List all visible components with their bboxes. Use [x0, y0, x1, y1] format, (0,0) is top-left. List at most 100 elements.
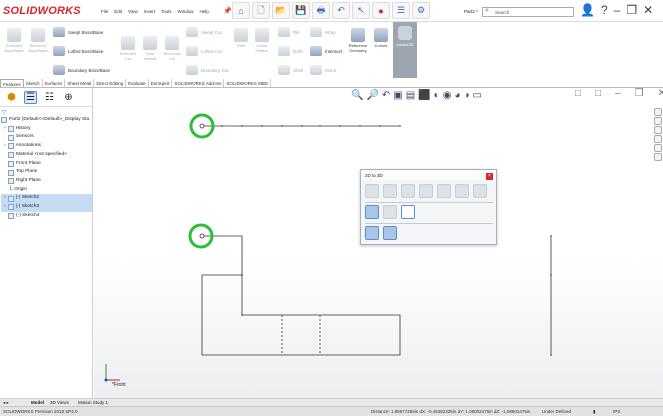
menu-window[interactable]: Window [178, 9, 194, 14]
zoom-to-fit-icon[interactable]: 🔍 [351, 90, 363, 101]
tab-sheet-metal[interactable]: Sheet Metal [65, 79, 95, 87]
undo-icon[interactable]: ↶ [332, 2, 350, 19]
right-view-icon[interactable] [401, 184, 415, 198]
tree-item-history[interactable]: › History [1, 125, 92, 134]
home-icon[interactable]: ⌂ [232, 2, 250, 19]
tab-sketch[interactable]: Sketch [24, 79, 43, 87]
reference-geometry-button[interactable]: Reference Geometry [346, 28, 370, 53]
options-gear-icon[interactable]: ⚙ [412, 2, 430, 19]
menu-tools[interactable]: Tools [161, 9, 172, 14]
tree-item-material[interactable]: Material <not specified> [1, 151, 92, 160]
front-view-icon[interactable] [365, 184, 379, 198]
tab-evaluate[interactable]: Evaluate [126, 79, 149, 87]
tab-surfaces[interactable]: Surfaces [43, 79, 66, 87]
tree-item-sketch4[interactable]: (-) Sketch4 [1, 212, 92, 221]
edit-appearance-icon[interactable]: ◕ [454, 90, 460, 101]
design-library-icon[interactable] [654, 117, 662, 125]
tab-3d-views[interactable]: 3D Views [50, 400, 69, 405]
dynamic-annotation-icon[interactable]: ▤ [406, 90, 415, 101]
tab-motion-study[interactable]: Motion Study 1 [78, 400, 108, 405]
resources-icon[interactable] [654, 108, 662, 116]
draft-button[interactable]: Draft [278, 46, 303, 56]
tree-item-sensors[interactable]: Sensors [1, 133, 92, 142]
save-icon[interactable]: 💾 [292, 2, 310, 19]
close-icon[interactable]: ✕ [643, 3, 653, 17]
rib-button[interactable]: Rib [278, 27, 300, 37]
viewport-close-icon[interactable]: ✕ [658, 88, 663, 99]
left-view-icon[interactable] [419, 184, 433, 198]
intersect-button[interactable]: Intersect [310, 46, 342, 56]
linear-pattern-button[interactable]: Linear Pattern [252, 28, 272, 53]
filter-icon[interactable]: ▽ [0, 107, 92, 116]
dimxpert-manager-tab-icon[interactable]: ⊕ [62, 91, 75, 104]
viewport-minimize-icon[interactable]: – [615, 88, 621, 99]
status-rebuild-icon[interactable]: ▮ [593, 409, 595, 415]
tree-item-annotations[interactable]: › Annotations [1, 142, 92, 151]
scene-icon[interactable]: ◑ [463, 90, 469, 101]
tree-item-right-plane[interactable]: Right Plane [1, 177, 92, 186]
menu-file[interactable]: File [101, 9, 108, 14]
restore-icon[interactable]: ❐ [626, 3, 637, 17]
swept-cut-button[interactable]: Swept Cut [186, 27, 222, 37]
appearances-icon[interactable] [654, 144, 662, 152]
lofted-cut-button[interactable]: Lofted Cut [186, 46, 222, 56]
pin-icon[interactable]: 📌 [223, 7, 232, 15]
menu-insert[interactable]: Insert [144, 9, 155, 14]
instant3d-button[interactable]: Instant3D [393, 22, 417, 78]
user-icon[interactable]: 👤 [580, 3, 595, 17]
section-view-icon[interactable]: ▣ [393, 90, 402, 101]
cut-from-sketch-icon[interactable] [383, 226, 397, 240]
view-orientation-icon[interactable]: ⬛ [418, 90, 430, 101]
zoom-to-area-icon[interactable]: 🔎 [366, 90, 378, 101]
hide-show-icon[interactable]: ◉ [443, 90, 452, 101]
curves-button[interactable]: Curves [372, 28, 390, 48]
bottom-view-icon[interactable] [437, 184, 451, 198]
mirror-button[interactable]: Mirror [310, 65, 337, 75]
tree-item-top-plane[interactable]: Top Plane [1, 168, 92, 177]
new-sketch-from-selection-icon[interactable] [365, 205, 379, 219]
minimize-icon[interactable]: – [614, 3, 621, 17]
tab-dimxpert[interactable]: DimXpert [149, 79, 173, 87]
viewport-restore-icon[interactable]: □ [575, 88, 581, 99]
new-document-icon[interactable]: 🗋 [252, 2, 270, 19]
extruded-boss-button[interactable]: Extruded Boss/Base [3, 28, 25, 53]
file-properties-icon[interactable]: ☰ [392, 2, 410, 19]
tree-item-front-plane[interactable]: Front Plane [1, 160, 92, 169]
wrap-button[interactable]: Wrap [310, 27, 336, 37]
auxiliary-view-icon[interactable] [473, 184, 487, 198]
menu-edit[interactable]: Edit [114, 9, 122, 14]
tab-features[interactable]: Features [0, 79, 24, 87]
tab-direct-editing[interactable]: Direct Editing [94, 79, 127, 87]
align-sketch-icon[interactable] [401, 205, 415, 219]
custom-properties-icon[interactable] [654, 153, 662, 161]
print-icon[interactable]: 🖶 [312, 2, 330, 19]
viewport-maximize-icon[interactable]: ❐ [635, 88, 644, 99]
boundary-cut-button[interactable]: Boundary Cut [186, 65, 229, 75]
dialog-close-button[interactable]: × [486, 173, 493, 180]
view-palette-icon[interactable] [654, 135, 662, 143]
extrude-from-sketch-icon[interactable] [365, 226, 379, 240]
display-style-icon[interactable]: ◐ [434, 90, 440, 101]
feature-manager-tab-icon[interactable]: ⬢ [5, 91, 18, 104]
property-manager-tab-icon[interactable]: ☰ [24, 90, 37, 104]
back-view-icon[interactable] [455, 184, 469, 198]
tree-item-sketch2[interactable]: › (-) Sketch2 [1, 194, 92, 204]
revolved-cut-button[interactable]: Revolved Cut [162, 36, 182, 61]
lofted-boss-button[interactable]: Lofted Boss/Base [53, 46, 103, 56]
swept-boss-button[interactable]: Swept Boss/Base [53, 27, 103, 37]
open-icon[interactable]: 📂 [272, 2, 290, 19]
tree-root[interactable]: Part2 (Default<<Default>_Display Sta [1, 116, 92, 125]
select-icon[interactable]: ↖ [352, 2, 370, 19]
boundary-boss-button[interactable]: Boundary Boss/Base [53, 65, 110, 75]
shell-button[interactable]: Shell [278, 65, 303, 75]
menu-help[interactable]: Help [200, 9, 209, 14]
repair-sketch-icon[interactable] [383, 205, 397, 219]
view-settings-icon[interactable]: ▭ [473, 90, 482, 101]
tab-mbd[interactable]: SOLIDWORKS MBD [224, 79, 272, 87]
solidworks-logo[interactable]: SOLIDWORKS [3, 5, 81, 17]
tree-item-sketch3[interactable]: › (-) Sketch3 [1, 203, 92, 212]
revolved-boss-button[interactable]: Revolved Boss/Base [27, 28, 49, 53]
top-view-icon[interactable] [383, 184, 397, 198]
rebuild-icon[interactable]: ● [372, 2, 390, 19]
menu-view[interactable]: View [128, 9, 138, 14]
